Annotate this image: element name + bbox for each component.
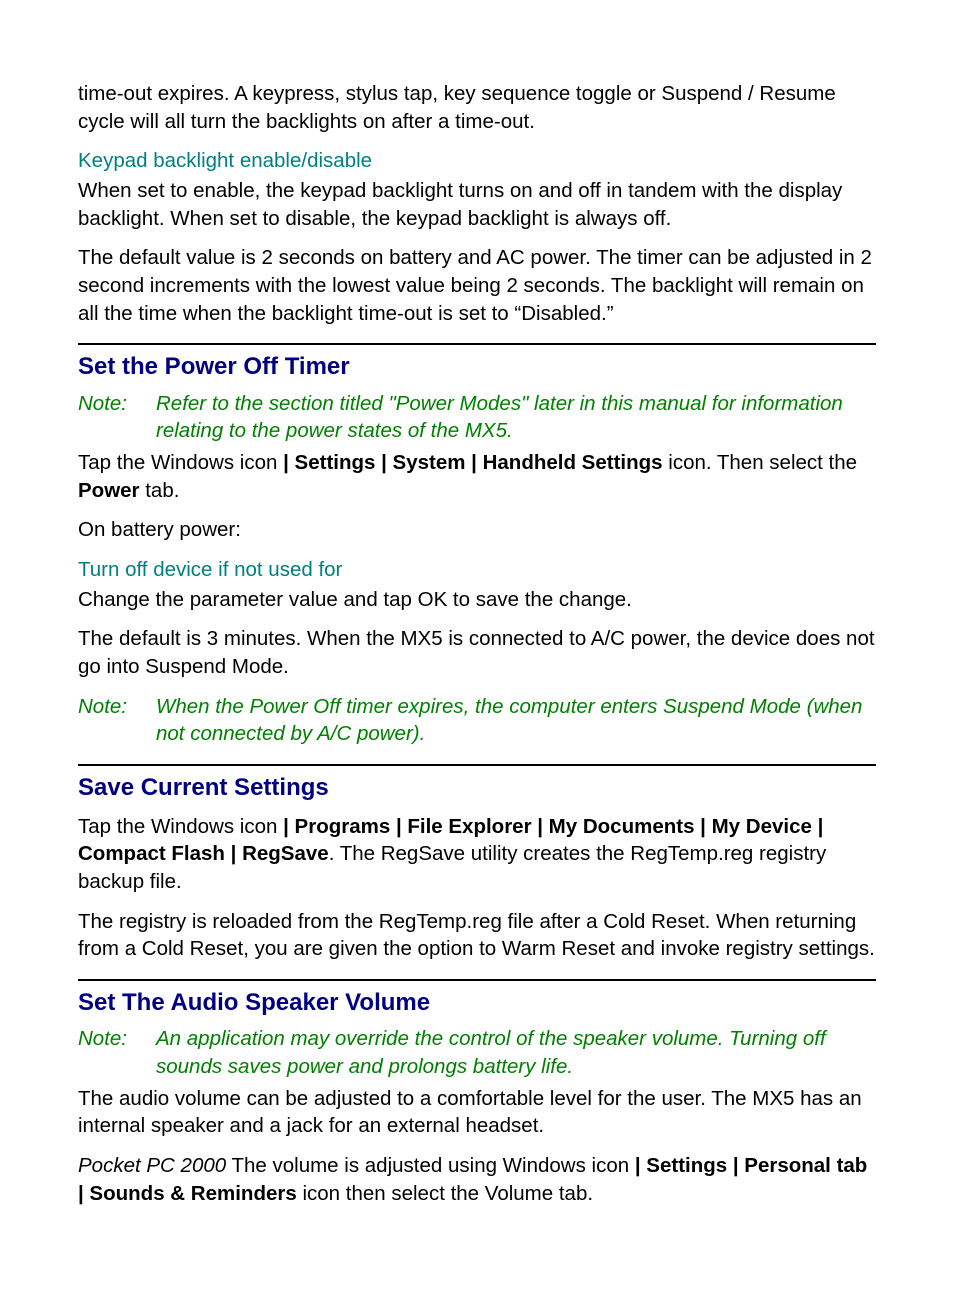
save-registry-reload: The registry is reloaded from the RegTem… [78,908,876,963]
text: The volume is adjusted using Windows ico… [226,1154,635,1177]
pocket-pc-2000-italic: Pocket PC 2000 [78,1154,226,1177]
power-default: The default is 3 minutes. When the MX5 i… [78,625,876,680]
text: icon then select the Volume tab. [297,1182,593,1205]
text: tab. [140,479,180,502]
document-page: time-out expires. A keypress, stylus tap… [0,0,954,1299]
save-tap-path: Tap the Windows icon | Programs | File E… [78,813,876,896]
note-label: Note: [78,390,156,445]
intro-p1: time-out expires. A keypress, stylus tap… [78,80,876,135]
on-battery-power: On battery power: [78,516,876,544]
divider [78,343,876,345]
menu-path-bold: | Settings | System | Handheld Settings [283,451,662,474]
audio-p2: Pocket PC 2000 The volume is adjusted us… [78,1152,876,1207]
note-body: An application may override the control … [156,1025,876,1080]
note-power-off-suspend: Note: When the Power Off timer expires, … [78,693,876,748]
power-tap-path: Tap the Windows icon | Settings | System… [78,449,876,504]
intro-p3: The default value is 2 seconds on batter… [78,244,876,327]
subheading-keypad-backlight: Keypad backlight enable/disable [78,147,876,175]
divider [78,764,876,766]
text: icon. Then select the [663,451,858,474]
note-label: Note: [78,1025,156,1080]
note-body: When the Power Off timer expires, the co… [156,693,876,748]
power-tab-bold: Power [78,479,140,502]
text: Tap the Windows icon [78,815,283,838]
note-body: Refer to the section titled "Power Modes… [156,390,876,445]
power-change-param: Change the parameter value and tap OK to… [78,586,876,614]
intro-p2: When set to enable, the keypad backlight… [78,177,876,232]
note-label: Note: [78,693,156,748]
note-power-modes: Note: Refer to the section titled "Power… [78,390,876,445]
heading-audio-speaker-volume: Set The Audio Speaker Volume [78,987,876,1019]
subheading-turn-off-device: Turn off device if not used for [78,556,876,584]
heading-save-current-settings: Save Current Settings [78,772,876,804]
note-audio-override: Note: An application may override the co… [78,1025,876,1080]
divider [78,979,876,981]
text: Tap the Windows icon [78,451,283,474]
audio-p1: The audio volume can be adjusted to a co… [78,1085,876,1140]
heading-power-off-timer: Set the Power Off Timer [78,351,876,383]
